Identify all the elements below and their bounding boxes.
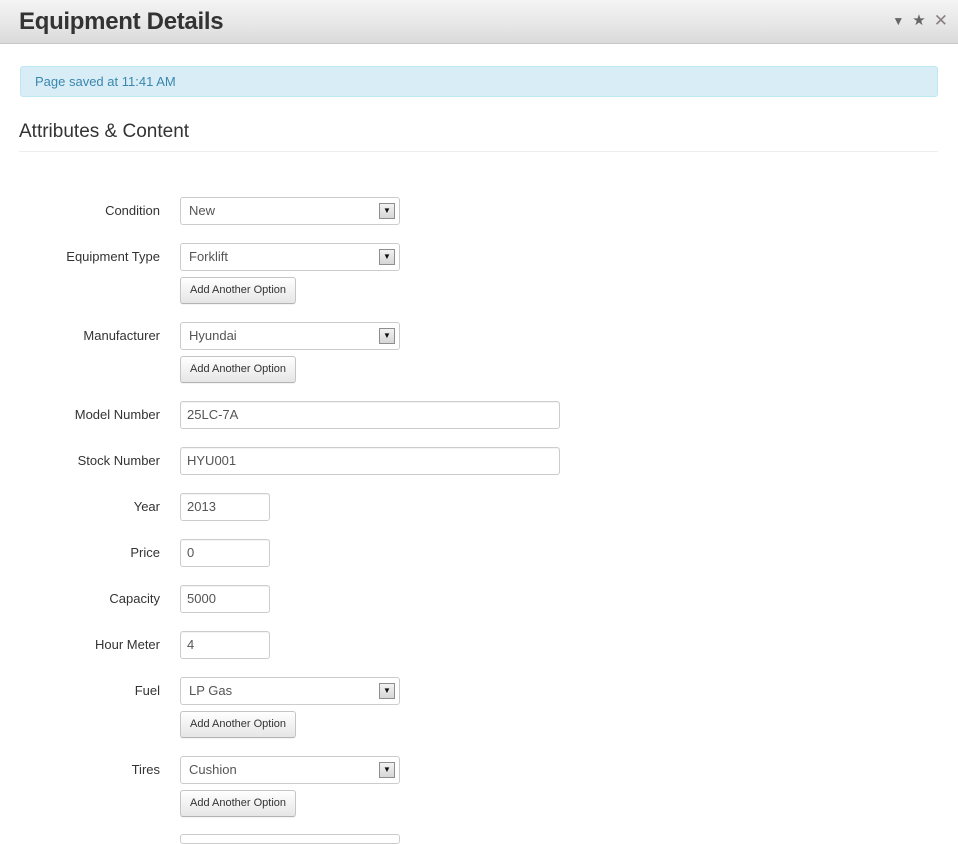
section-divider [19, 151, 938, 152]
manufacturer-add-option-button[interactable]: Add Another Option [180, 356, 296, 383]
equipment-type-add-option-button[interactable]: Add Another Option [180, 277, 296, 304]
equipment-type-label: Equipment Type [66, 249, 160, 264]
close-icon[interactable]: ✕ [934, 12, 948, 30]
chevron-down-icon[interactable]: ▼ [379, 328, 395, 344]
hour-meter-label: Hour Meter [94, 637, 160, 652]
manufacturer-select[interactable]: Hyundai ▼ [180, 322, 400, 350]
tires-select[interactable]: Cushion ▼ [180, 756, 400, 784]
chevron-down-icon[interactable]: ▼ [379, 762, 395, 778]
fuel-select[interactable]: LP Gas ▼ [180, 677, 400, 705]
equipment-type-select[interactable]: Forklift ▼ [180, 243, 400, 271]
hour-meter-input[interactable]: 4 [180, 631, 270, 659]
star-icon[interactable]: ★ [912, 12, 925, 30]
stock-number-label: Stock Number [77, 453, 160, 468]
fuel-label: Fuel [134, 683, 160, 698]
model-number-input[interactable]: 25LC-7A [180, 401, 560, 429]
fuel-add-option-button[interactable]: Add Another Option [180, 711, 296, 738]
tires-label: Tires [131, 762, 160, 777]
price-input[interactable]: 0 [180, 539, 270, 567]
tires-add-option-button[interactable]: Add Another Option [180, 790, 296, 817]
condition-value: New [189, 203, 216, 218]
condition-select[interactable]: New ▼ [180, 197, 400, 225]
window-titlebar: Equipment Details ▼ ★ ✕ [0, 0, 958, 44]
window-title: Equipment Details [19, 8, 224, 35]
equipment-type-value: Forklift [189, 249, 228, 264]
section-title: Attributes & Content [19, 121, 190, 142]
window-controls: ▼ ★ ✕ [892, 12, 948, 30]
stock-number-input[interactable]: HYU001 [180, 447, 560, 475]
condition-label: Condition [105, 203, 160, 218]
save-status-alert: Page saved at 11:41 AM [20, 66, 938, 97]
capacity-label: Capacity [109, 591, 160, 606]
fuel-value: LP Gas [189, 683, 233, 698]
year-label: Year [133, 499, 160, 514]
year-input[interactable]: 2013 [180, 493, 270, 521]
triangle-down-icon[interactable]: ▼ [892, 12, 904, 30]
tires-value: Cushion [189, 762, 237, 777]
manufacturer-label: Manufacturer [83, 328, 160, 343]
price-label: Price [130, 545, 160, 560]
chevron-down-icon[interactable]: ▼ [379, 683, 395, 699]
manufacturer-value: Hyundai [189, 328, 237, 343]
chevron-down-icon[interactable]: ▼ [379, 203, 395, 219]
model-number-label: Model Number [74, 407, 160, 422]
chevron-down-icon[interactable]: ▼ [379, 249, 395, 265]
capacity-input[interactable]: 5000 [180, 585, 270, 613]
